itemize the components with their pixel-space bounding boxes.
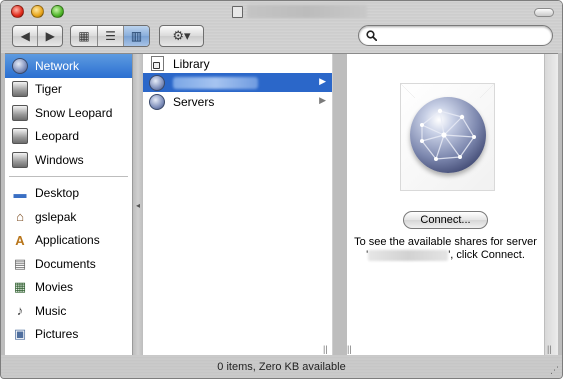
window-column-handle[interactable]: || [547, 344, 552, 354]
column-item-servers[interactable]: Servers ▶ [143, 92, 332, 111]
volume-icon [232, 6, 243, 18]
documents-icon: ▤ [13, 255, 27, 271]
sidebar-item-applications[interactable]: A Applications [5, 229, 132, 253]
sidebar-item-label: Windows [35, 152, 84, 167]
column-item-label: Library [173, 56, 210, 71]
sidebar-item-gslepak[interactable]: ⌂ gslepak [5, 205, 132, 229]
alias-network-icon [149, 74, 165, 91]
forward-icon: ▶ [45, 29, 55, 43]
minimize-window-button[interactable] [31, 5, 44, 18]
server-name-redacted [368, 249, 449, 261]
sidebar-item-windows[interactable]: Windows [5, 148, 132, 172]
preview-resize-handle[interactable]: || [347, 344, 352, 354]
applications-icon: A [15, 232, 25, 248]
preview-icon-frame [400, 83, 495, 191]
window-title-redacted [247, 5, 367, 18]
status-bar: 0 items, Zero KB available ⋰ [1, 355, 562, 378]
hard-disk-icon [11, 80, 29, 98]
right-gutter: || [544, 54, 558, 356]
movies-icon: ▦ [13, 279, 27, 295]
sidebar-item-label: Movies [35, 280, 74, 295]
desktop-icon: ▬ [13, 185, 27, 201]
column-1: Library ▶ Servers ▶ || [143, 54, 333, 356]
sidebar-places: ▬ Desktop ⌂ gslepak A Applications ▤ Documents ▦… [5, 182, 132, 347]
sidebar-item-snow-leopard[interactable]: Snow Leopard [5, 101, 132, 125]
server-name-redacted [173, 76, 258, 89]
home-icon: ⌂ [16, 209, 24, 225]
back-forward-control: ◀ ▶ [12, 25, 63, 47]
sidebar: Network Tiger Snow Leopard Leopard Windows ▬… [5, 54, 133, 356]
hard-disk-icon [11, 151, 29, 169]
sidebar-item-label: Snow Leopard [35, 105, 113, 120]
music-icon: ♪ [16, 303, 24, 319]
view-mode-control: ▦ ☰ ▥ [70, 25, 150, 47]
sidebar-item-label: Applications [35, 233, 100, 248]
connect-instructions: To see the available shares for server '… [352, 236, 539, 262]
close-window-button[interactable] [11, 5, 24, 18]
sidebar-item-tiger[interactable]: Tiger [5, 78, 132, 102]
sidebar-item-documents[interactable]: ▤ Documents [5, 252, 132, 276]
sidebar-item-label: Network [35, 58, 80, 73]
instructions-text-end: ', click Connect. [448, 249, 525, 261]
column-1-items: Library ▶ Servers ▶ [143, 54, 332, 111]
icon-view-icon: ▦ [78, 29, 90, 43]
column-item-server[interactable]: ▶ [143, 73, 332, 92]
sidebar-devices: Network Tiger Snow Leopard Leopard Windows [5, 54, 132, 172]
network-globe-icon [11, 57, 29, 75]
column-resize-handle[interactable]: || [323, 344, 328, 354]
list-view-button[interactable]: ☰ [97, 26, 123, 46]
sidebar-item-network[interactable]: Network [5, 54, 132, 78]
column-view-button[interactable]: ▥ [123, 26, 149, 46]
alias-network-icon [149, 93, 165, 110]
toolbar: ◀ ▶ ▦ ☰ ▥ ⚙▾ [1, 1, 562, 53]
sidebar-item-movies[interactable]: ▦ Movies [5, 276, 132, 300]
connect-button[interactable]: Connect... [403, 211, 488, 229]
hard-disk-icon [11, 127, 29, 145]
search-icon [366, 30, 377, 41]
icon-view-button[interactable]: ▦ [71, 26, 97, 46]
sidebar-item-label: Pictures [35, 327, 79, 342]
disclosure-arrow-icon: ▶ [319, 95, 326, 105]
sidebar-item-label: Desktop [35, 186, 80, 201]
gear-icon: ⚙▾ [172, 28, 191, 43]
zoom-window-button[interactable] [51, 5, 64, 18]
sidebar-item-pictures[interactable]: ▣ Pictures [5, 323, 132, 347]
sidebar-item-label: Music [35, 303, 67, 318]
browser-content: Network Tiger Snow Leopard Leopard Windows ▬… [5, 53, 558, 356]
sidebar-item-desktop[interactable]: ▬ Desktop [5, 182, 132, 206]
toolbar-toggle-button[interactable] [534, 8, 554, 17]
status-text: 0 items, Zero KB available [217, 360, 346, 373]
sidebar-item-label: gslepak [35, 209, 77, 224]
list-view-icon: ☰ [105, 29, 116, 43]
pictures-icon: ▣ [13, 326, 27, 342]
back-icon: ◀ [20, 29, 30, 43]
sidebar-item-label: Leopard [35, 129, 80, 144]
sidebar-item-leopard[interactable]: Leopard [5, 125, 132, 149]
alias-document-icon [149, 56, 165, 72]
split-grip-icon: ◂ [136, 201, 141, 210]
preview-pane: Connect... To see the available shares f… [347, 54, 544, 356]
column-item-label: Servers [173, 94, 215, 109]
finder-window: ◀ ▶ ▦ ☰ ▥ ⚙▾ Network Tiger Snow Leopard Leo… [0, 0, 563, 379]
search-input[interactable] [381, 29, 541, 42]
resize-grip-icon[interactable]: ⋰ [550, 365, 559, 376]
hard-disk-icon [11, 104, 29, 122]
globe-network-lines [420, 108, 476, 161]
sidebar-item-label: Tiger [35, 82, 62, 97]
forward-button[interactable]: ▶ [37, 26, 62, 46]
sidebar-split-handle[interactable]: ◂ [133, 54, 143, 356]
sidebar-item-music[interactable]: ♪ Music [5, 299, 132, 323]
disclosure-arrow-icon: ▶ [319, 76, 326, 86]
search-field[interactable] [358, 25, 553, 46]
sidebar-divider [9, 175, 128, 177]
action-menu-button[interactable]: ⚙▾ [159, 25, 204, 47]
column-view-icon: ▥ [130, 29, 143, 43]
sidebar-item-label: Documents [35, 256, 96, 271]
column-item-library[interactable]: Library [143, 54, 332, 73]
back-button[interactable]: ◀ [13, 26, 37, 46]
